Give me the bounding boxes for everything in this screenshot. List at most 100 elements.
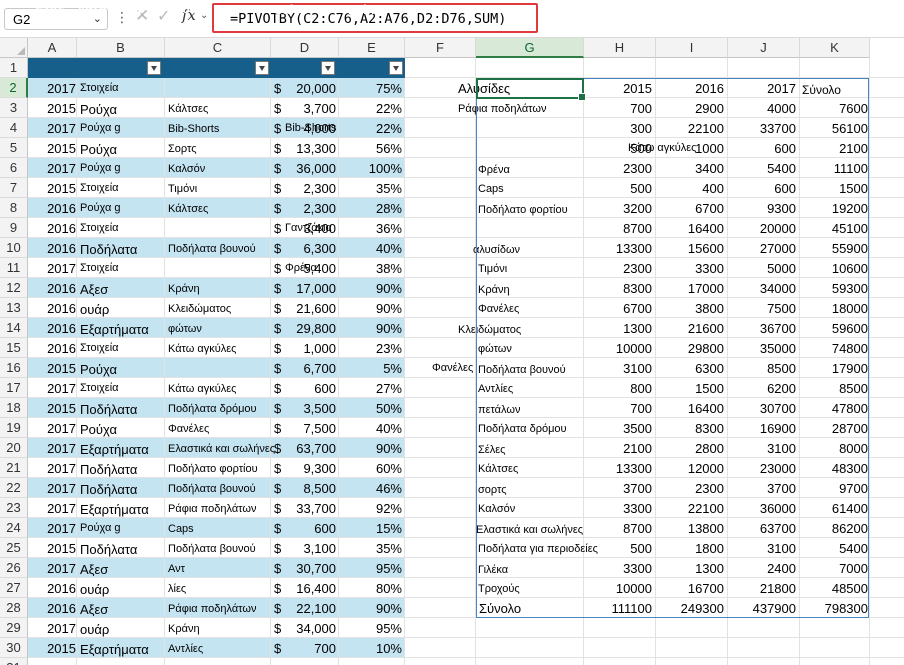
row-header-31[interactable]: 31 <box>0 658 28 665</box>
row-header-7[interactable]: 7 <box>0 178 28 198</box>
cell-category[interactable]: Ρούχα g <box>80 122 165 134</box>
cell-sales[interactable]: 21,600 <box>282 301 336 316</box>
cell-sales[interactable]: 2,300 <box>282 201 336 216</box>
cell-product[interactable]: λίες <box>168 583 278 595</box>
filter-dropdown-button[interactable] <box>147 61 161 75</box>
row-header-28[interactable]: 28 <box>0 598 28 618</box>
cell-rating[interactable]: 10% <box>339 641 402 656</box>
cell-category[interactable]: Εξαρτήματα <box>80 642 165 657</box>
cell-category[interactable]: Ρούχα g <box>80 202 165 214</box>
column-header-d[interactable]: D <box>271 38 339 58</box>
filter-dropdown-button[interactable] <box>389 61 403 75</box>
cell-sales[interactable]: 3,100 <box>282 541 336 556</box>
cell-category[interactable]: Ποδήλατα <box>80 242 165 257</box>
row-header-6[interactable]: 6 <box>0 158 28 178</box>
cell-year[interactable]: 2017 <box>28 161 76 176</box>
row-header-26[interactable]: 26 <box>0 558 28 578</box>
cell-year[interactable]: 2017 <box>28 481 76 496</box>
row-header-16[interactable]: 16 <box>0 358 28 378</box>
cell-product[interactable]: Ποδήλατα βουνού <box>168 243 278 255</box>
cell-product[interactable]: Αντ <box>168 563 278 575</box>
cell-rating[interactable]: 50% <box>339 401 402 416</box>
row-header-19[interactable]: 19 <box>0 418 28 438</box>
cell-category[interactable]: Στοιχεία <box>80 182 165 194</box>
cell-product[interactable]: Κράνη <box>168 623 278 635</box>
row-header-10[interactable]: 10 <box>0 238 28 258</box>
cell-category[interactable]: Εξαρτήματα <box>80 442 165 457</box>
column-header-c[interactable]: C <box>165 38 271 58</box>
select-all-corner[interactable] <box>0 38 28 58</box>
cell-rating[interactable]: 35% <box>339 541 402 556</box>
cell-category[interactable]: Στοιχεία <box>80 82 165 94</box>
cell-sales[interactable]: 4,000 <box>282 121 336 136</box>
cell-category[interactable]: Ρούχα <box>80 102 165 117</box>
cell-sales[interactable]: 29,800 <box>282 321 336 336</box>
cell-sales[interactable]: 34,000 <box>282 621 336 636</box>
cell-sales[interactable]: 600 <box>282 521 336 536</box>
row-header-23[interactable]: 23 <box>0 498 28 518</box>
column-header-k[interactable]: K <box>800 38 870 58</box>
cell-product[interactable]: Καλσόν <box>168 163 278 175</box>
cell-year[interactable]: 2016 <box>28 281 76 296</box>
cell-sales[interactable]: 3,700 <box>282 101 336 116</box>
cell-rating[interactable]: 15% <box>339 521 402 536</box>
column-header-b[interactable]: B <box>77 38 165 58</box>
cell-category[interactable]: Στοιχεία <box>80 382 165 394</box>
cell-year[interactable]: 2016 <box>28 201 76 216</box>
cell-product[interactable]: Ράφια ποδηλάτων <box>168 603 278 615</box>
filter-dropdown-button[interactable] <box>255 61 269 75</box>
row-header-5[interactable]: 5 <box>0 138 28 158</box>
cell-product[interactable]: Κάτω αγκύλες <box>168 383 278 395</box>
filter-dropdown-button[interactable] <box>321 61 335 75</box>
cell-rating[interactable]: 95% <box>339 621 402 636</box>
cell-year[interactable]: 2015 <box>28 101 76 116</box>
cell-sales[interactable]: 20,000 <box>282 81 336 96</box>
row-header-20[interactable]: 20 <box>0 438 28 458</box>
cell-category[interactable]: Ρούχα <box>80 142 165 157</box>
cell-rating[interactable]: 95% <box>339 561 402 576</box>
column-header-h[interactable]: H <box>584 38 656 58</box>
cell-sales[interactable]: 13,300 <box>282 141 336 156</box>
column-header-f[interactable]: F <box>405 38 476 58</box>
row-header-27[interactable]: 27 <box>0 578 28 598</box>
cell-year[interactable]: 2017 <box>28 621 76 636</box>
cell-year[interactable]: 2017 <box>28 501 76 516</box>
cell-product[interactable]: Ράφια ποδηλάτων <box>168 503 278 515</box>
cell-sales[interactable]: 600 <box>282 381 336 396</box>
cell-year[interactable]: 2015 <box>28 541 76 556</box>
cell-category[interactable]: ουάρ <box>80 302 165 317</box>
cell-rating[interactable]: 90% <box>339 321 402 336</box>
cell-sales[interactable]: 22,100 <box>282 601 336 616</box>
cell-product[interactable]: Σορτς <box>168 143 278 155</box>
cell-year[interactable]: 2017 <box>28 121 76 136</box>
row-header-22[interactable]: 22 <box>0 478 28 498</box>
cell-rating[interactable]: 40% <box>339 421 402 436</box>
active-cell-selection[interactable] <box>476 78 586 101</box>
cell-year[interactable]: 2016 <box>28 601 76 616</box>
cell-sales[interactable]: 7,500 <box>282 421 336 436</box>
cell-product[interactable]: Ποδήλατα δρόμου <box>168 403 278 415</box>
cell-category[interactable]: Ποδήλατα <box>80 482 165 497</box>
cell-year[interactable]: 2017 <box>28 261 76 276</box>
cell-sales[interactable]: 9,300 <box>282 461 336 476</box>
cell-year[interactable]: 2017 <box>28 421 76 436</box>
cell-rating[interactable]: 35% <box>339 181 402 196</box>
cell-sales[interactable]: 700 <box>282 641 336 656</box>
row-header-15[interactable]: 15 <box>0 338 28 358</box>
cell-sales[interactable]: 16,400 <box>282 581 336 596</box>
column-header-a[interactable]: A <box>28 38 77 58</box>
cell-rating[interactable]: 22% <box>339 101 402 116</box>
cell-category[interactable]: Εξαρτήματα <box>80 322 165 337</box>
row-header-24[interactable]: 24 <box>0 518 28 538</box>
cell-product[interactable]: Κλειδώματος <box>168 303 278 315</box>
cell-sales[interactable]: 3,400 <box>282 221 336 236</box>
cell-category[interactable]: Αξεσ <box>80 602 165 617</box>
column-header-j[interactable]: J <box>728 38 800 58</box>
row-header-29[interactable]: 29 <box>0 618 28 638</box>
row-header-1[interactable]: 1 <box>0 58 28 78</box>
cell-category[interactable]: Ποδήλατα <box>80 542 165 557</box>
row-header-2[interactable]: 2 <box>0 78 28 98</box>
cell-year[interactable]: 2017 <box>28 381 76 396</box>
row-header-21[interactable]: 21 <box>0 458 28 478</box>
cell-sales[interactable]: 33,700 <box>282 501 336 516</box>
